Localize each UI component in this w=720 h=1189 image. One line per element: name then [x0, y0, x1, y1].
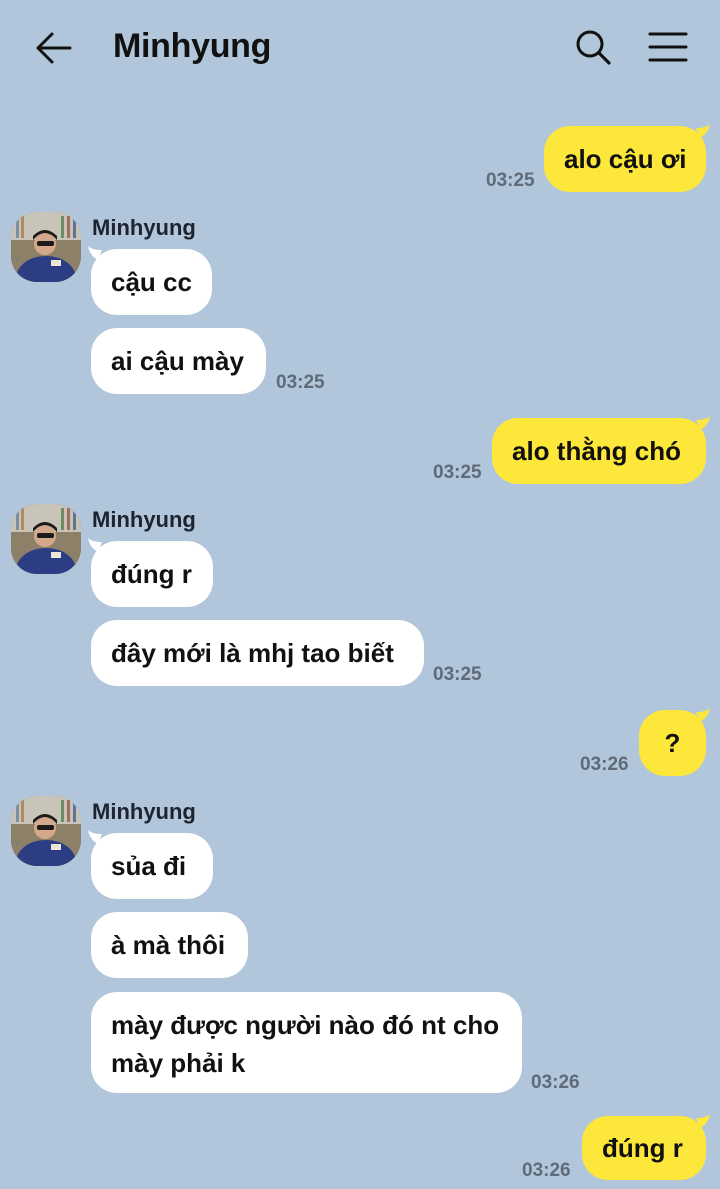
message-text: mày được người nào đó nt cho mày phải k	[111, 1010, 500, 1078]
profile-photo	[11, 796, 81, 866]
arrow-left-icon	[36, 32, 72, 64]
message-text: đúng r	[111, 558, 192, 589]
their-message-bubble[interactable]: mày được người nào đó nt cho mày phải k	[91, 992, 522, 1093]
sender-name: Minhyung	[92, 799, 196, 824]
message-text: ai cậu mày	[111, 345, 244, 376]
sender-name: Minhyung	[92, 507, 196, 532]
search-icon	[576, 30, 611, 65]
message-timestamp: 03:25	[276, 372, 325, 393]
avatar[interactable]	[11, 504, 81, 574]
message-text: alo cậu ơi	[564, 143, 687, 174]
avatar[interactable]	[11, 796, 81, 866]
profile-photo	[11, 504, 81, 574]
message-text: đây mới là mhj tao biết	[111, 637, 394, 668]
sender-name: Minhyung	[92, 215, 196, 240]
message-timestamp: 03:25	[433, 664, 482, 685]
message-text: cậu cc	[111, 266, 192, 297]
their-message-bubble[interactable]: à mà thôi	[91, 912, 248, 978]
their-message-bubble[interactable]: ai cậu mày	[91, 328, 266, 394]
bubble-tail	[696, 124, 710, 138]
their-message-bubble[interactable]: sủa đi	[91, 833, 213, 899]
my-message-bubble[interactable]: đúng r	[582, 1116, 706, 1180]
message-text: alo thằng chó	[512, 435, 681, 466]
their-message-bubble[interactable]: cậu cc	[91, 249, 212, 315]
my-message-bubble[interactable]: alo cậu ơi	[544, 126, 706, 192]
search-button[interactable]	[574, 28, 614, 68]
my-message-bubble[interactable]: alo thằng chó	[492, 418, 706, 484]
message-timestamp: 03:26	[580, 754, 629, 775]
message-timestamp: 03:25	[486, 170, 535, 191]
message-timestamp: 03:26	[522, 1160, 571, 1181]
chat-title: Minhyung	[113, 27, 272, 65]
message-timestamp: 03:25	[433, 462, 482, 483]
message-timestamp: 03:26	[531, 1072, 580, 1093]
message-text: à mà thôi	[111, 929, 226, 960]
their-message-bubble[interactable]: đây mới là mhj tao biết	[91, 620, 424, 686]
bubble-tail	[696, 1114, 710, 1128]
hamburger-menu-icon	[648, 32, 688, 62]
their-message-bubble[interactable]: đúng r	[91, 541, 213, 607]
chat-header: Minhyung	[0, 0, 720, 96]
avatar[interactable]	[11, 212, 81, 282]
profile-photo	[11, 212, 81, 282]
message-text: sủa đi	[111, 850, 187, 881]
menu-button[interactable]	[648, 30, 688, 64]
bubble-tail	[696, 708, 710, 722]
back-button[interactable]	[34, 30, 74, 66]
message-text: ?	[664, 727, 681, 758]
message-text: đúng r	[602, 1132, 683, 1163]
bubble-tail	[696, 416, 710, 430]
